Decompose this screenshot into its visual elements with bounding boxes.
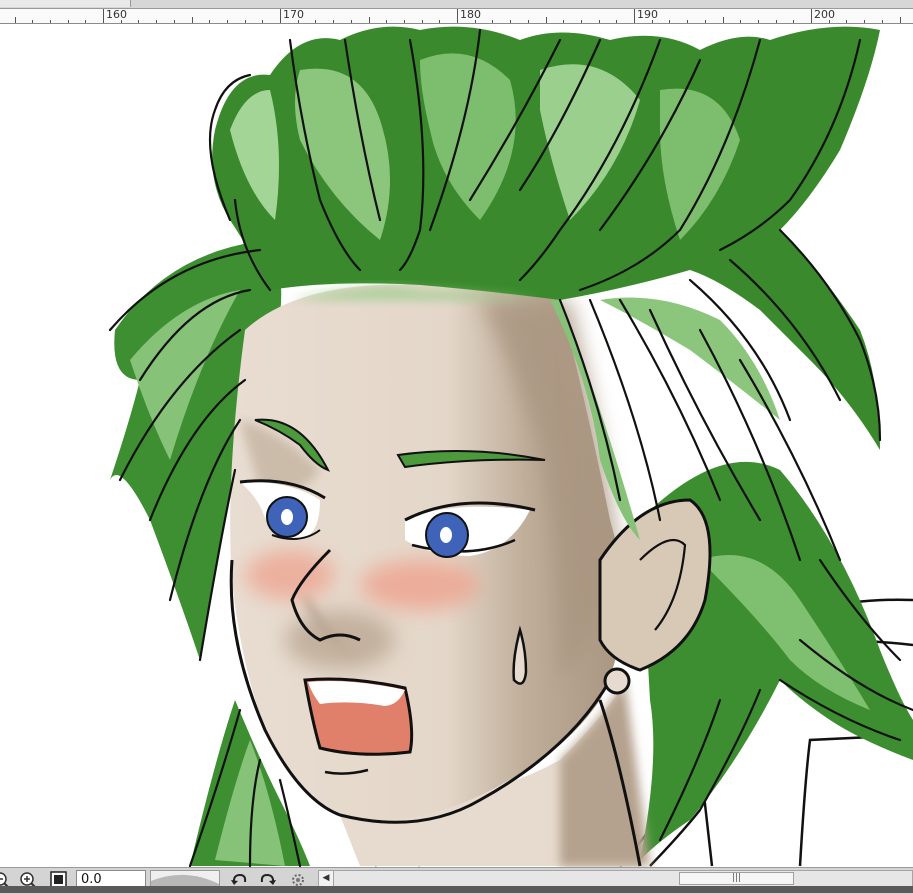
ruler-tick (581, 20, 582, 23)
ruler-tick (599, 20, 600, 23)
ruler-tick (174, 20, 175, 23)
ruler-tick (563, 20, 564, 23)
ruler-tick (723, 17, 724, 23)
ruler-tick (776, 20, 777, 23)
zoom-value-field[interactable]: 0.0 (76, 870, 146, 887)
ruler-tick (156, 20, 157, 23)
ruler-tick (15, 17, 16, 23)
ruler-tick (404, 20, 405, 23)
ruler-tick (900, 17, 901, 23)
ruler-tick (227, 20, 228, 23)
document-tab-stub[interactable] (0, 0, 131, 7)
ruler-tick (138, 20, 139, 23)
ruler-tick (705, 20, 706, 23)
scroll-left-icon[interactable]: ◀ (319, 871, 334, 886)
ruler-tick (369, 17, 370, 23)
ruler-tick (492, 20, 493, 23)
ruler-tick (386, 20, 387, 23)
taskbar-strip (0, 886, 913, 893)
ruler-tick (245, 20, 246, 23)
ruler-tick (740, 20, 741, 23)
ruler-tick (85, 20, 86, 23)
ruler-tick (793, 20, 794, 23)
ruler-tick (333, 20, 334, 23)
ruler-tick (846, 20, 847, 23)
ruler-tick (687, 20, 688, 23)
ruler-tick (882, 20, 883, 23)
ruler-label-190: 190 (637, 9, 658, 21)
ruler-tick (315, 20, 316, 23)
ruler-tick (439, 20, 440, 23)
ruler-tick (616, 20, 617, 23)
ruler-tick (669, 20, 670, 23)
drawing-canvas[interactable] (0, 24, 913, 867)
ruler-tick (811, 9, 812, 23)
ruler-label-160: 160 (106, 9, 127, 21)
horizontal-scrollbar[interactable]: ◀ ||| (318, 870, 913, 887)
ruler-tick (50, 20, 51, 23)
horizontal-ruler: 160 170 180 190 200 (0, 9, 913, 24)
illustration-artwork (108, 26, 913, 867)
ruler-tick (262, 20, 263, 23)
ruler-tick (546, 17, 547, 23)
window-top-strip (0, 0, 913, 9)
ruler-tick (510, 20, 511, 23)
ruler-label-180: 180 (460, 9, 481, 21)
ruler-label-170: 170 (283, 9, 304, 21)
ruler-label-200: 200 (814, 9, 835, 21)
ruler-tick (192, 17, 193, 23)
ruler-tick (864, 20, 865, 23)
ruler-tick (68, 20, 69, 23)
ruler-tick (422, 20, 423, 23)
ruler-tick (528, 20, 529, 23)
ruler-tick (280, 9, 281, 23)
scrollbar-thumb[interactable]: ||| (679, 872, 794, 885)
ruler-tick (32, 20, 33, 23)
rotation-angle-slider[interactable] (150, 870, 220, 887)
ruler-tick (351, 20, 352, 23)
ruler-tick (457, 9, 458, 23)
ruler-tick (758, 20, 759, 23)
ruler-tick (103, 9, 104, 23)
ruler-tick (634, 9, 635, 23)
ruler-tick (209, 20, 210, 23)
